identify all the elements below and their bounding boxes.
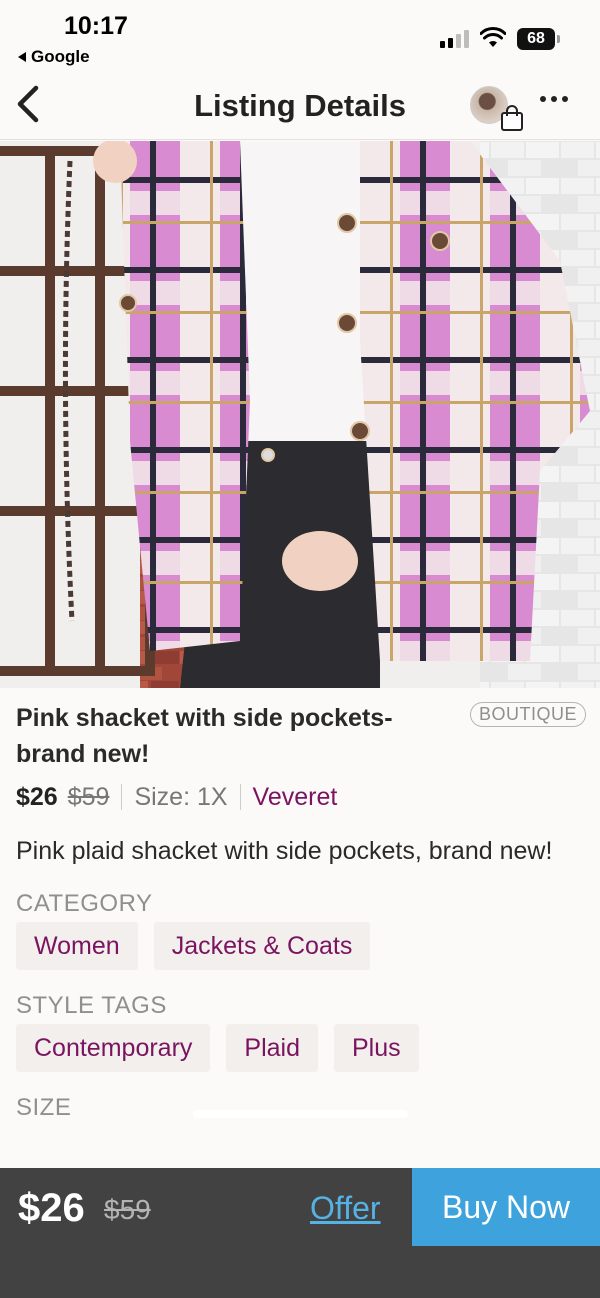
home-indicator[interactable] (193, 1110, 408, 1118)
style-tags-heading: STYLE TAGS (16, 992, 167, 1019)
shopping-bag-icon[interactable] (498, 104, 526, 132)
back-triangle-icon (18, 52, 26, 62)
style-tag-plaid[interactable]: Plaid (226, 1024, 318, 1072)
status-time: 10:17 (64, 12, 128, 40)
back-to-app-link[interactable]: Google (18, 47, 90, 67)
category-heading: CATEGORY (16, 890, 153, 917)
bottom-price: $26 (18, 1186, 85, 1230)
buy-now-button[interactable]: Buy Now (412, 1168, 600, 1246)
offer-button[interactable]: Offer (310, 1190, 381, 1227)
wifi-icon (480, 27, 506, 47)
bottom-purchase-bar: $26 $59 Offer Buy Now (0, 1168, 600, 1298)
divider (239, 784, 241, 810)
battery-indicator: 68 (517, 28, 560, 50)
category-tag-women[interactable]: Women (16, 922, 138, 970)
listing-details: Pink shacket with side pockets- brand ne… (16, 700, 586, 1122)
more-dots-icon[interactable] (540, 96, 568, 102)
product-image[interactable] (0, 141, 600, 688)
product-photo-illustration (0, 141, 600, 688)
brand-link[interactable]: Veveret (253, 783, 338, 812)
bottom-original-price: $59 (104, 1194, 151, 1225)
style-tag-plus[interactable]: Plus (334, 1024, 419, 1072)
style-tags: Contemporary Plaid Plus (16, 1024, 586, 1072)
original-price: $59 (67, 782, 110, 811)
nav-bar: Listing Details (0, 72, 600, 140)
category-tag-jackets-coats[interactable]: Jackets & Coats (153, 922, 371, 970)
size-label: Size: 1X (134, 782, 228, 811)
boutique-badge: BOUTIQUE (469, 702, 586, 727)
price-row: $26 $59 Size: 1X Veveret (16, 780, 586, 814)
style-tag-contemporary[interactable]: Contemporary (16, 1024, 211, 1072)
listing-description: Pink plaid shacket with side pockets, br… (16, 837, 553, 865)
listing-title: Pink shacket with side pockets- brand ne… (16, 704, 393, 768)
category-tags: Women Jackets & Coats (16, 922, 586, 970)
cellular-signal-icon (440, 30, 469, 48)
back-app-label: Google (31, 47, 90, 66)
divider (121, 784, 123, 810)
listing-price: $26 (16, 782, 58, 811)
status-bar: 10:17 Google 68 (0, 0, 600, 72)
